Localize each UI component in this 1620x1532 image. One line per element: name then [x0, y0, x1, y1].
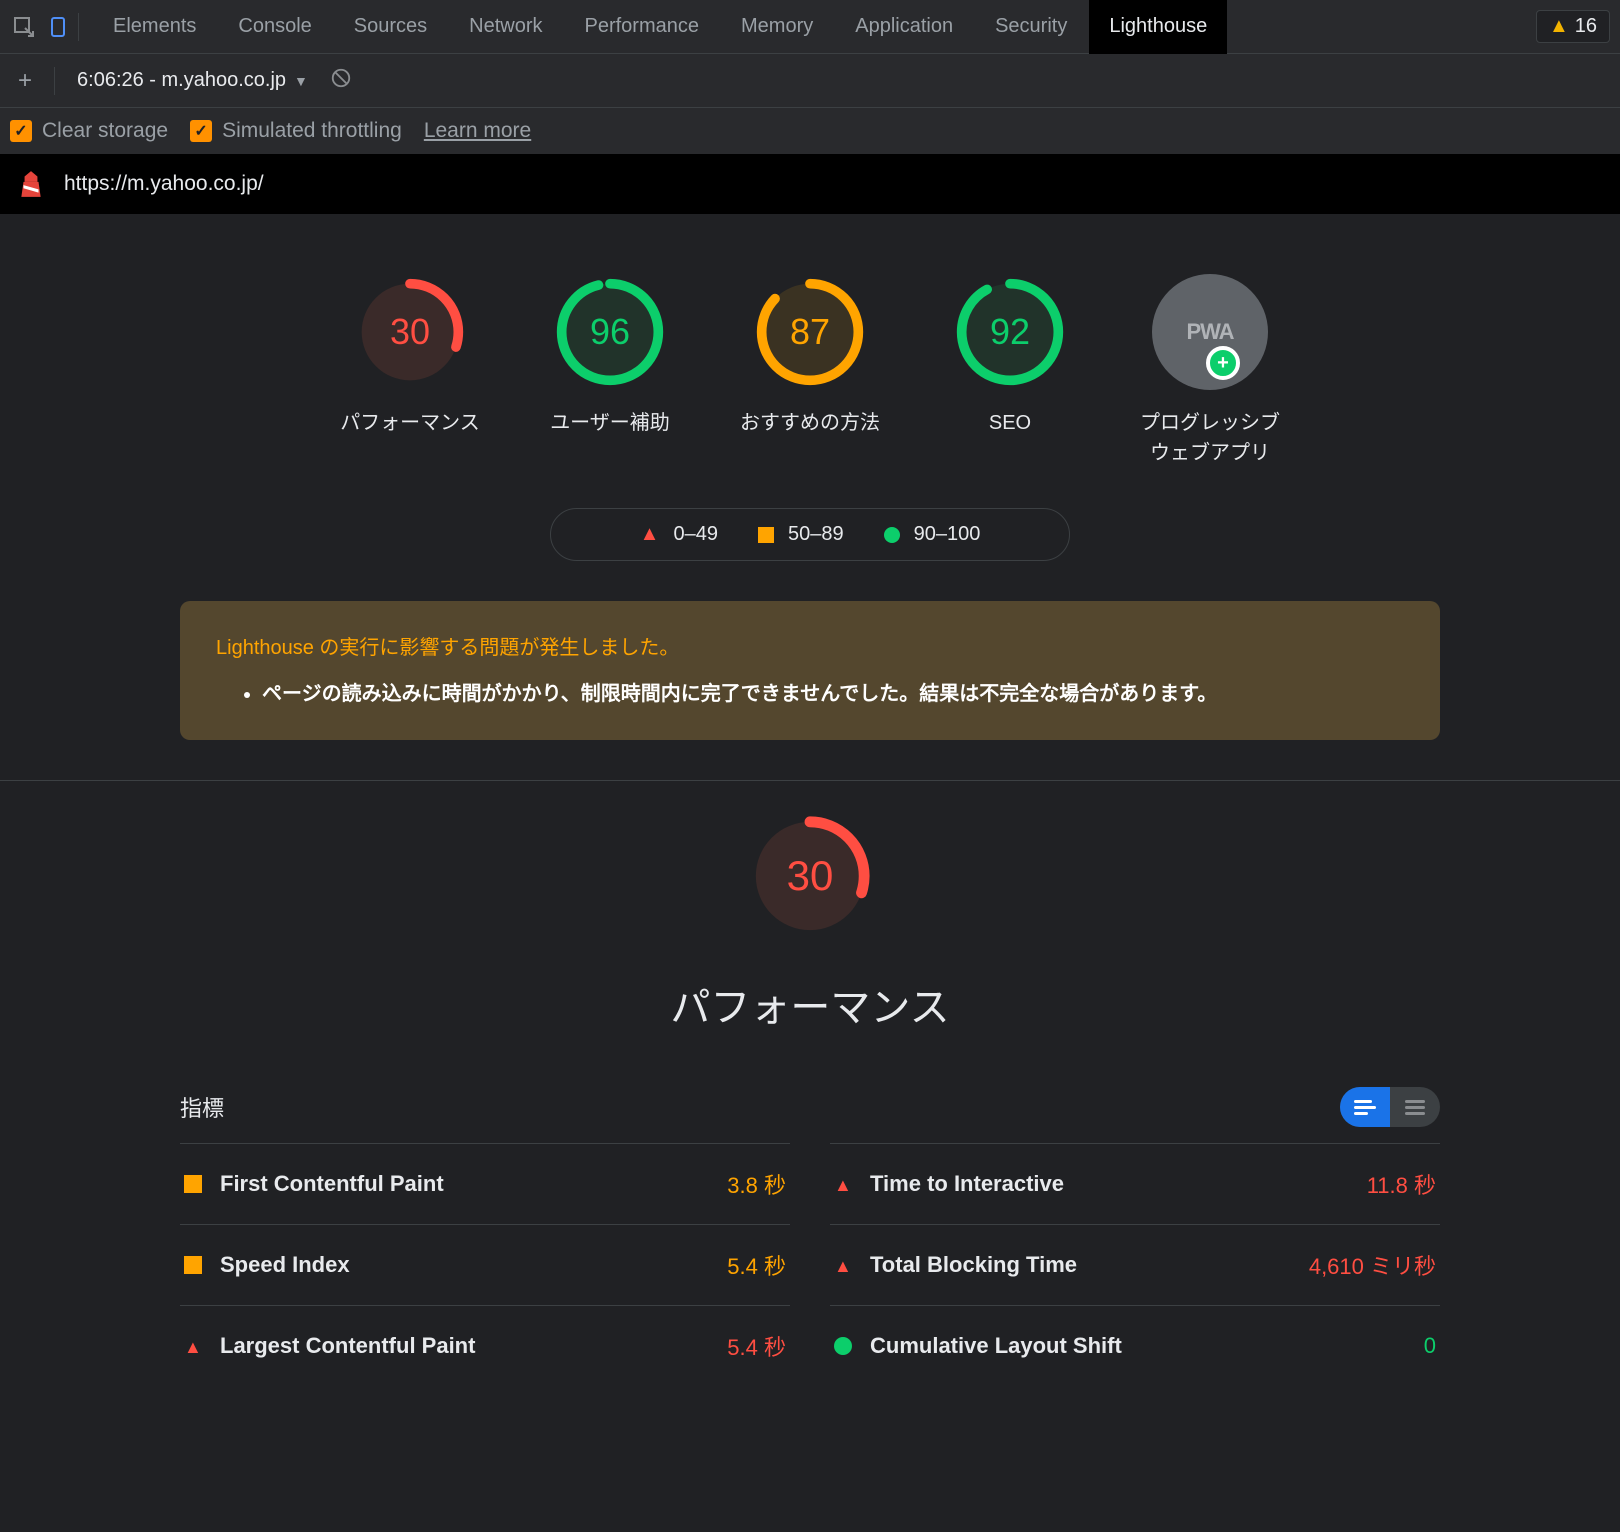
lighthouse-toolbar: + 6:06:26 - m.yahoo.co.jp ▼	[0, 54, 1620, 108]
plus-icon: +	[1206, 346, 1240, 380]
view-compact-button[interactable]	[1390, 1087, 1440, 1127]
tab-lighthouse[interactable]: Lighthouse	[1089, 0, 1227, 54]
performance-gauge[interactable]: 30 パフォーマンス	[180, 811, 1440, 1033]
report-url: https://m.yahoo.co.jp/	[64, 172, 264, 196]
learn-more-link[interactable]: Learn more	[424, 119, 531, 143]
metric-row[interactable]: Speed Index 5.4 秒	[180, 1224, 790, 1305]
tab-sources[interactable]: Sources	[334, 0, 447, 54]
legend-mid: 50–89	[758, 523, 844, 546]
warning-title: Lighthouse の実行に影響する問題が発生しました。	[216, 631, 1404, 660]
url-bar: https://m.yahoo.co.jp/	[0, 154, 1620, 214]
report-name: 6:06:26 - m.yahoo.co.jp	[77, 69, 286, 92]
bars-icon	[1354, 1100, 1376, 1115]
metric-name: Time to Interactive	[870, 1171, 1349, 1197]
gauge-label: パフォーマンス	[340, 408, 480, 438]
options-bar: ✓ Clear storage ✓ Simulated throttling L…	[0, 108, 1620, 154]
tab-application[interactable]: Application	[835, 0, 973, 54]
triangle-icon: ▲	[834, 1256, 852, 1274]
circle-icon	[834, 1337, 852, 1355]
gauge-label: ユーザー補助	[550, 408, 670, 438]
metric-row[interactable]: First Contentful Paint 3.8 秒	[180, 1143, 790, 1224]
metric-name: Total Blocking Time	[870, 1252, 1291, 1278]
devtools-tabs: ElementsConsoleSourcesNetworkPerformance…	[93, 0, 1530, 54]
report-dropdown[interactable]: 6:06:26 - m.yahoo.co.jp ▼	[77, 69, 308, 92]
warning-item: ページの読み込みに時間がかかり、制限時間内に完了できませんでした。結果は不完全な…	[262, 678, 1404, 710]
metric-name: Speed Index	[220, 1252, 709, 1278]
triangle-icon: ▲	[640, 523, 660, 546]
bars-icon	[1405, 1100, 1425, 1115]
lighthouse-report: 30 パフォーマンス 96 ユーザー補助 87 おすすめの方法 92 SEO P…	[0, 214, 1620, 1426]
tab-network[interactable]: Network	[449, 0, 562, 54]
gauge-row: 30 パフォーマンス 96 ユーザー補助 87 おすすめの方法 92 SEO P…	[0, 254, 1620, 508]
device-toggle-icon[interactable]	[44, 13, 72, 41]
lighthouse-icon	[18, 169, 44, 199]
metric-row[interactable]: ▲ Largest Contentful Paint 5.4 秒	[180, 1305, 790, 1386]
performance-title: パフォーマンス	[670, 975, 949, 1033]
chevron-down-icon: ▼	[294, 73, 308, 89]
devtools-tab-bar: ElementsConsoleSourcesNetworkPerformance…	[0, 0, 1620, 54]
gauge-2[interactable]: 87 おすすめの方法	[740, 274, 880, 468]
metrics-view-toggle	[1340, 1087, 1440, 1127]
checkbox-checked-icon: ✓	[10, 120, 32, 142]
warning-badge[interactable]: ▲ 16	[1536, 10, 1610, 43]
inspect-icon[interactable]	[10, 13, 38, 41]
tab-elements[interactable]: Elements	[93, 0, 216, 54]
metric-value: 11.8 秒	[1367, 1168, 1436, 1200]
score-legend: ▲ 0–49 50–89 90–100	[550, 508, 1070, 561]
metric-value: 5.4 秒	[727, 1249, 786, 1281]
divider	[78, 13, 79, 41]
square-icon	[758, 527, 774, 543]
new-report-button[interactable]: +	[18, 67, 32, 95]
gauge-label: プログレッシブ ウェブアプリ	[1140, 408, 1280, 468]
gauge-3[interactable]: 92 SEO	[940, 274, 1080, 468]
performance-section: 30 パフォーマンス 指標 First Contentful Paint 3.8…	[0, 781, 1620, 1386]
metrics-label: 指標	[180, 1091, 224, 1123]
metric-value: 4,610 ミリ秒	[1309, 1249, 1436, 1281]
metric-name: First Contentful Paint	[220, 1171, 709, 1197]
metrics-header: 指標	[180, 1087, 1440, 1127]
warning-list: ページの読み込みに時間がかかり、制限時間内に完了できませんでした。結果は不完全な…	[216, 678, 1404, 710]
tab-console[interactable]: Console	[218, 0, 331, 54]
tab-memory[interactable]: Memory	[721, 0, 833, 54]
tab-performance[interactable]: Performance	[565, 0, 720, 54]
pwa-badge: PWA +	[1152, 274, 1268, 390]
simulated-throttling-label: Simulated throttling	[222, 119, 402, 143]
square-icon	[184, 1175, 202, 1193]
checkbox-checked-icon: ✓	[190, 120, 212, 142]
gauge-1[interactable]: 96 ユーザー補助	[540, 274, 680, 468]
pwa-text: PWA	[1186, 319, 1233, 345]
divider	[54, 67, 55, 95]
metrics-grid: First Contentful Paint 3.8 秒 ▲ Time to I…	[180, 1143, 1440, 1386]
metric-value: 5.4 秒	[727, 1330, 786, 1362]
clear-storage-option[interactable]: ✓ Clear storage	[10, 119, 168, 143]
metric-row[interactable]: Cumulative Layout Shift 0	[830, 1305, 1440, 1386]
warning-box: Lighthouse の実行に影響する問題が発生しました。 ページの読み込みに時…	[180, 601, 1440, 740]
gauge-0[interactable]: 30 パフォーマンス	[340, 274, 480, 468]
warning-count: 16	[1575, 15, 1597, 38]
tab-security[interactable]: Security	[975, 0, 1087, 54]
clear-report-button[interactable]	[330, 67, 352, 95]
legend-high: 90–100	[884, 523, 981, 546]
square-icon	[184, 1256, 202, 1274]
metric-value: 0	[1424, 1333, 1436, 1359]
gauge-label: おすすめの方法	[740, 408, 880, 438]
simulated-throttling-option[interactable]: ✓ Simulated throttling	[190, 119, 402, 143]
metric-row[interactable]: ▲ Time to Interactive 11.8 秒	[830, 1143, 1440, 1224]
triangle-icon: ▲	[834, 1175, 852, 1193]
clear-storage-label: Clear storage	[42, 119, 168, 143]
warning-icon: ▲	[1549, 15, 1569, 38]
metric-value: 3.8 秒	[727, 1168, 786, 1200]
legend-low: ▲ 0–49	[640, 523, 718, 546]
view-expanded-button[interactable]	[1340, 1087, 1390, 1127]
metric-name: Largest Contentful Paint	[220, 1333, 709, 1359]
circle-icon	[884, 527, 900, 543]
triangle-icon: ▲	[184, 1337, 202, 1355]
gauge-label: SEO	[989, 408, 1031, 438]
metric-name: Cumulative Layout Shift	[870, 1333, 1406, 1359]
gauge-pwa[interactable]: PWA + プログレッシブ ウェブアプリ	[1140, 274, 1280, 468]
metric-row[interactable]: ▲ Total Blocking Time 4,610 ミリ秒	[830, 1224, 1440, 1305]
